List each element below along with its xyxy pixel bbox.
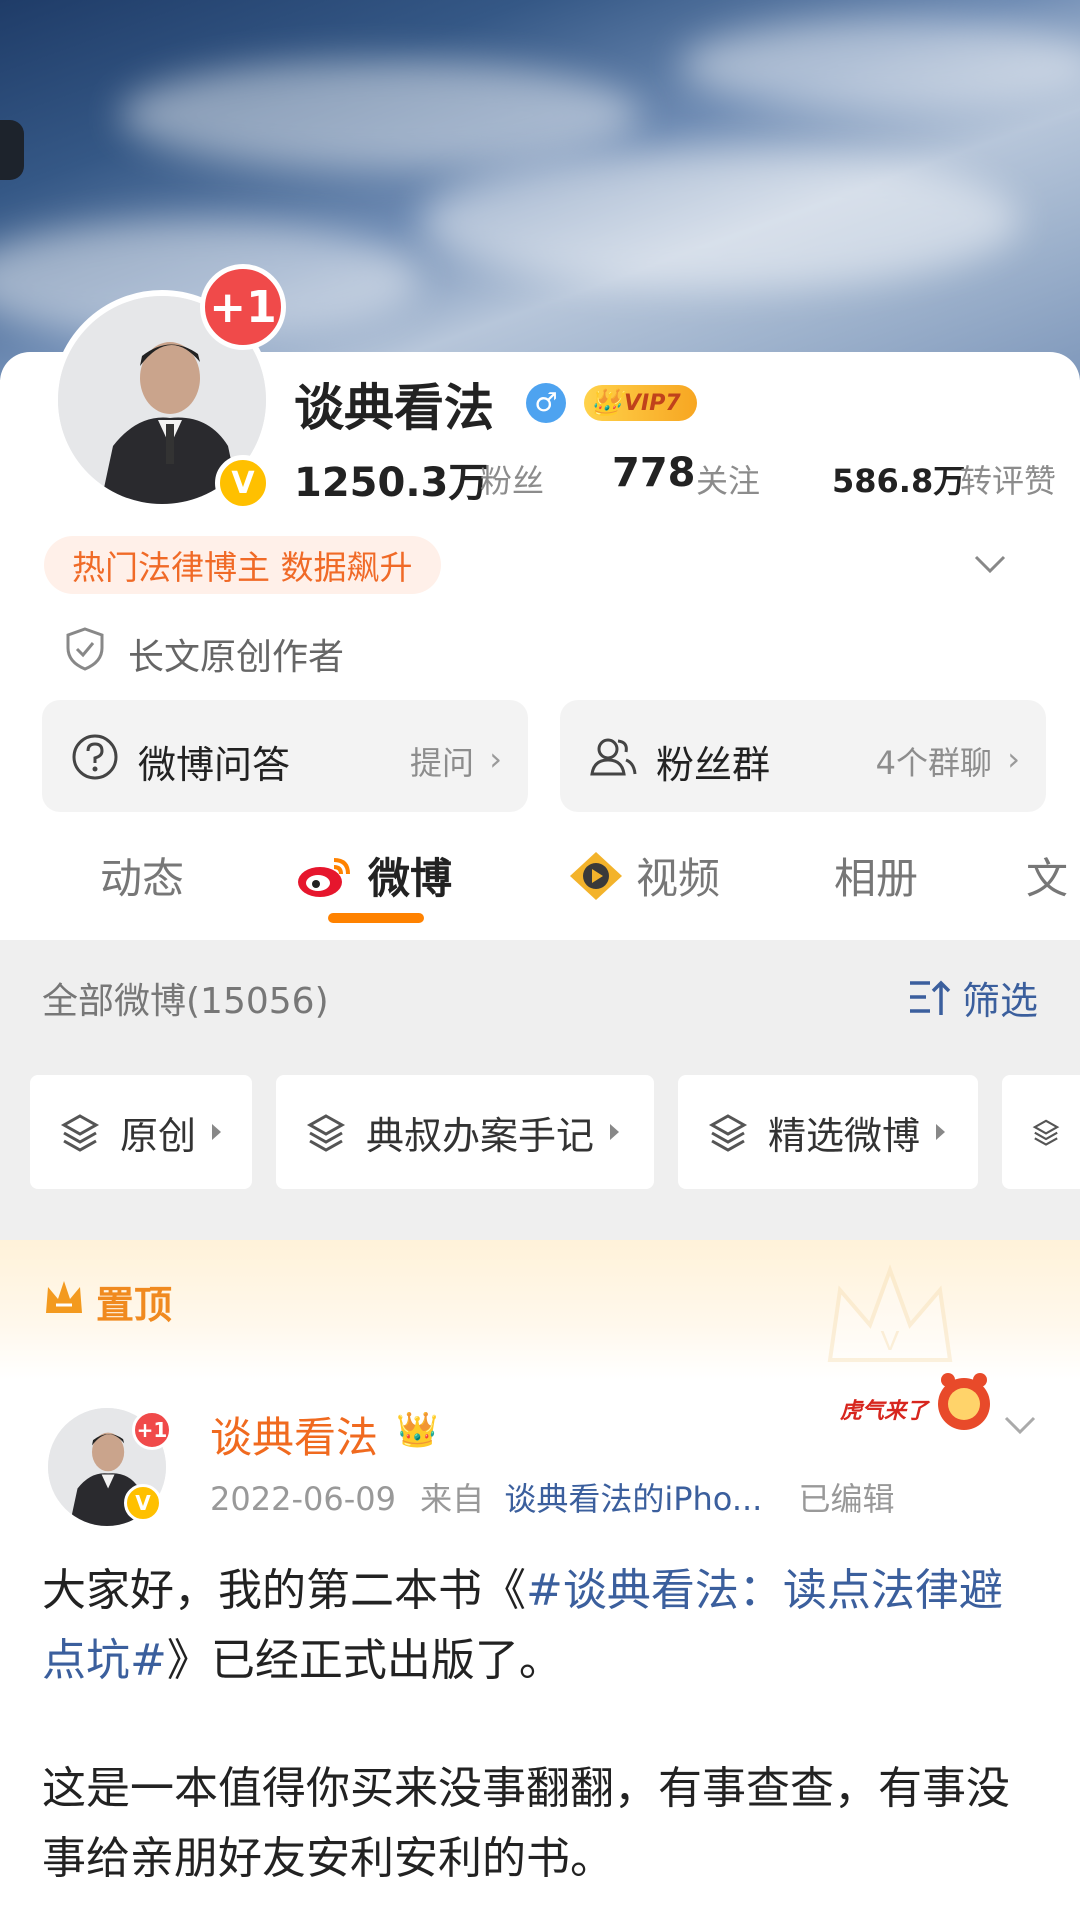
tab-label: 微博 [368,854,453,903]
post-date: 2022-06-09 [210,1480,396,1518]
post-text-segment: 》已经正式出版了。 [166,1635,563,1686]
weibo-qa-box[interactable]: 微博问答 提问 › [42,700,528,812]
filter-button[interactable]: 筛选 [908,970,1038,1025]
original-author-label: 长文原创作者 [128,637,345,678]
new-badge: +1 [200,264,286,350]
layers-icon [708,1114,748,1152]
post-author-name[interactable]: 谈典看法 [210,1404,378,1465]
active-tab-indicator [328,913,424,923]
triangle-right-icon [610,1124,620,1140]
profile-name: 谈典看法 [294,379,494,437]
fan-group-box[interactable]: 粉丝群 4个群聊 › [560,700,1046,812]
tab-weibo[interactable]: 微博 [296,845,452,906]
filter-label: 筛选 [962,979,1039,1023]
group-icon [590,738,637,776]
tab-label: 相册 [834,854,919,903]
festival-sticker-icon: 虎气来了 [840,1373,990,1430]
chip-label: 原创 [120,1113,197,1158]
followers-label[interactable]: 粉丝 [480,456,544,502]
triangle-right-icon [936,1124,946,1140]
vip-label: VIP7 [624,390,681,416]
hot-blogger-tag[interactable]: 热门法律博主 数据飙升 [44,536,441,594]
following-label[interactable]: 关注 [696,456,760,502]
question-icon [72,734,118,780]
pinned-crown-icon [46,1281,82,1313]
pinned-label: 置顶 [96,1283,173,1327]
vip-badge[interactable]: 👑 VIP7 [584,385,697,421]
followers-count[interactable]: 1250.3万 [294,450,488,508]
edited-label: 已编辑 [798,1480,895,1518]
following-count[interactable]: 778 [612,450,696,496]
crown-icon: 👑 [590,388,623,418]
tab-articles[interactable]: 文 [1026,845,1068,906]
video-icon [570,851,622,900]
chip-featured[interactable]: 精选微博 [678,1075,978,1189]
tab-label: 文 [1026,854,1069,903]
weibo-qa-title: 微博问答 [138,743,291,787]
layers-icon [306,1114,346,1152]
festival-text: 虎气来了 [840,1398,931,1423]
chip-label: 精选微博 [768,1113,921,1158]
tab-video[interactable]: 视频 [566,845,720,906]
fan-group-title: 粉丝群 [656,743,771,787]
interactions-label: 转评赞 [960,462,1057,500]
ask-label: 提问 [409,744,474,782]
post-paragraph-1: 大家好，我的第二本书《#谈典看法：读点法律避点坑#》已经正式出版了。 [42,1556,1042,1696]
post-text-segment: 大家好，我的第二本书《 [42,1565,526,1616]
post-meta: 2022-06-09 来自 谈典看法的iPho... 已编辑 [210,1474,895,1520]
vip-crown-icon: 👑 [396,1410,439,1450]
chevron-right-icon: › [489,740,502,778]
group-count-label: 4个群聊 [875,744,992,782]
post-paragraph-2: 这是一本值得你买来没事翻翻，有事查查，有事没事给亲朋好友安利安利的书。 [42,1763,1010,1884]
layers-icon [60,1114,100,1152]
svg-text:V: V [881,1325,900,1356]
tab-label: 视频 [636,854,721,903]
triangle-right-icon [212,1124,222,1140]
chevron-down-icon[interactable] [972,546,1008,582]
post-verified-icon: V [124,1484,162,1522]
tab-dynamics[interactable]: 动态 [100,845,184,906]
from-label: 来自 [420,1480,485,1518]
tab-label: 动态 [100,854,185,903]
interactions-count: 586.8万 [832,462,966,500]
chevron-down-icon[interactable] [1000,1404,1040,1444]
chip-more[interactable] [1002,1075,1080,1189]
shield-check-icon [66,627,104,671]
side-mirror [0,120,24,180]
post-source-link[interactable]: 谈典看法的iPho... [504,1480,762,1518]
all-weibo-count: 全部微博(15056) [42,981,329,1022]
verified-icon: V [215,455,271,511]
layers-icon [1032,1119,1060,1146]
male-icon: ♂ [526,383,566,423]
chevron-right-icon: › [1007,740,1020,778]
chip-case-notes[interactable]: 典叔办案手记 [276,1075,654,1189]
chip-label: 典叔办案手记 [366,1113,595,1158]
tab-album[interactable]: 相册 [834,845,918,906]
chip-original[interactable]: 原创 [30,1075,252,1189]
post-new-badge: +1 [132,1410,172,1450]
filter-icon [910,980,951,1015]
weibo-logo-icon [298,857,350,897]
